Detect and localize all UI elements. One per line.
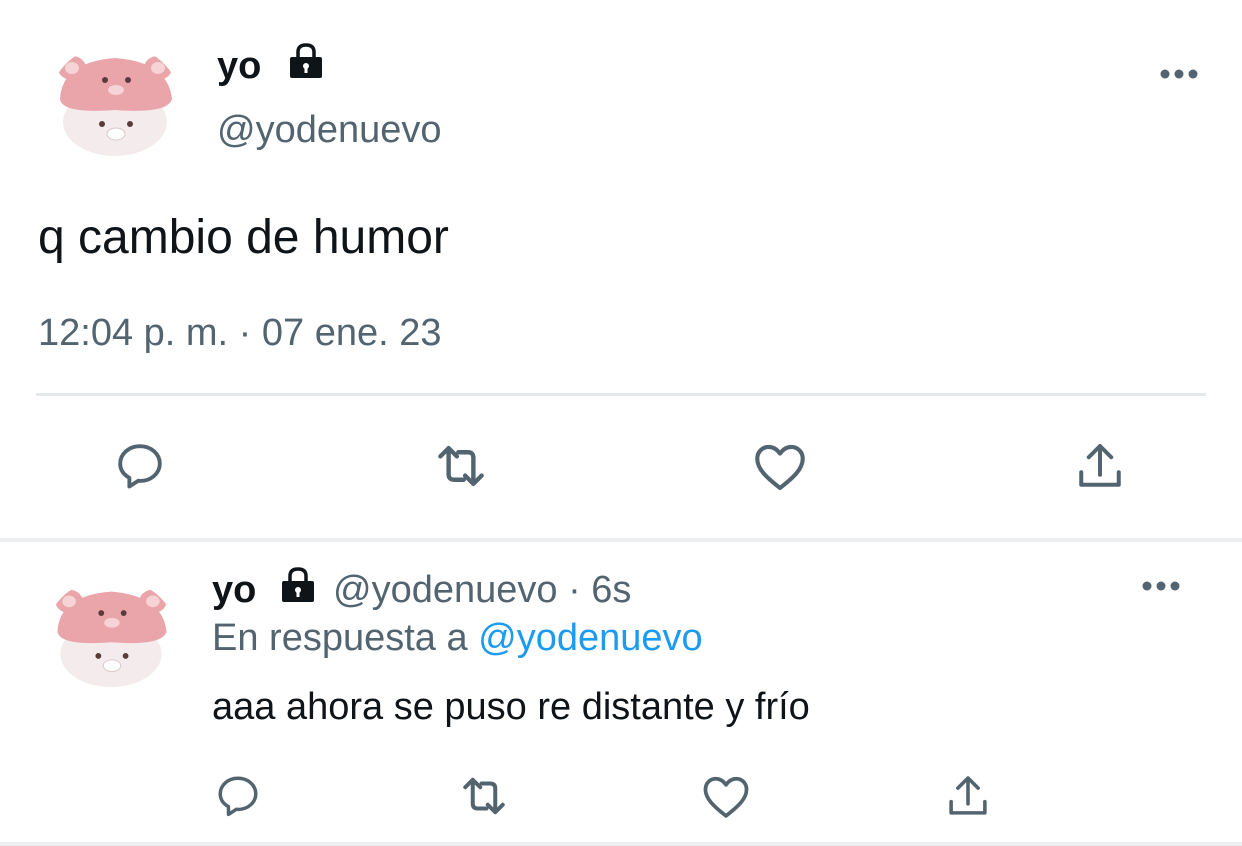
reply-icon [218, 776, 258, 817]
like-icon [703, 776, 749, 818]
time-ago[interactable]: · 6s [568, 569, 631, 611]
avatar-image [55, 589, 167, 688]
share-icon [1079, 444, 1121, 487]
lock-icon [286, 42, 326, 80]
more-icon[interactable] [1140, 578, 1182, 594]
avatar[interactable] [46, 578, 176, 690]
more-icon[interactable] [1158, 66, 1200, 82]
reply-context: En respuesta a @yodenuevo [212, 616, 703, 660]
display-name[interactable]: yo [212, 568, 256, 612]
handle[interactable]: @yodenuevo [217, 108, 442, 152]
retweet-button[interactable] [425, 430, 497, 502]
like-button[interactable] [748, 430, 812, 502]
like-icon [755, 444, 805, 491]
share-button[interactable] [1068, 430, 1132, 502]
handle-row: @yodenuevo · 6s [333, 568, 631, 612]
display-name[interactable]: yo [217, 44, 261, 88]
reply-icon [118, 444, 162, 489]
avatar-image [58, 56, 172, 156]
reply-button[interactable] [210, 764, 266, 828]
share-button[interactable] [940, 764, 996, 828]
lock-icon [278, 566, 318, 604]
retweet-icon [463, 777, 505, 815]
retweet-button[interactable] [452, 764, 516, 828]
like-button[interactable] [698, 764, 754, 828]
action-bar [0, 764, 1242, 828]
tweet-text: q cambio de humor [38, 211, 449, 264]
tweet-text: aaa ahora se puso re distante y frío [212, 686, 810, 728]
section-divider [0, 538, 1242, 542]
handle[interactable]: @yodenuevo [333, 569, 558, 611]
bottom-divider [0, 842, 1242, 846]
retweet-icon [438, 445, 484, 487]
avatar[interactable] [50, 44, 180, 159]
reply-prefix: En respuesta a [212, 617, 468, 659]
divider [36, 393, 1206, 396]
share-icon [949, 776, 987, 815]
reply-button[interactable] [108, 430, 172, 502]
timestamp[interactable]: 12:04 p. m. · 07 ene. 23 [38, 310, 442, 356]
action-bar [0, 430, 1242, 502]
reply-to-link[interactable]: @yodenuevo [478, 617, 703, 659]
